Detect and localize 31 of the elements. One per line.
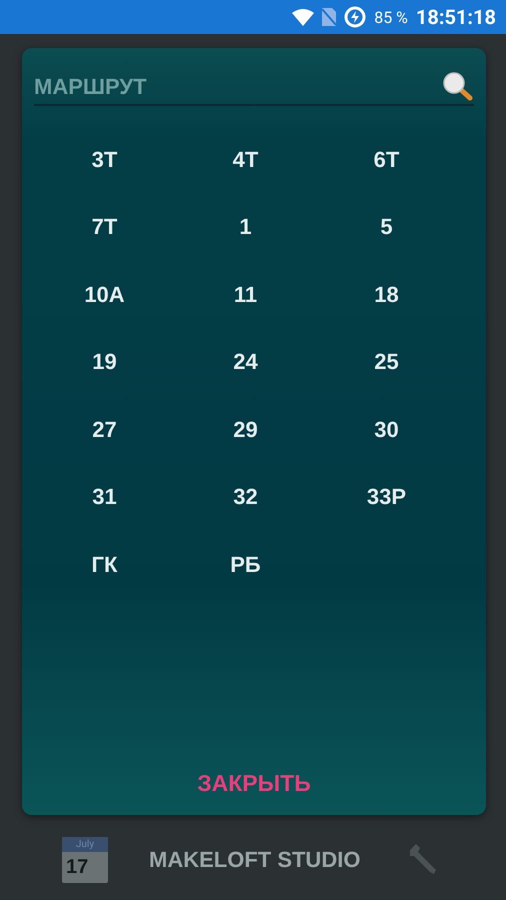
route-button[interactable]: 27 xyxy=(86,416,123,444)
route-button[interactable]: 18 xyxy=(368,280,405,309)
search-icon[interactable] xyxy=(442,72,474,102)
app-title: MAKELOFT STUDIO xyxy=(149,847,360,873)
route-button[interactable]: 33Р xyxy=(360,483,412,512)
route-button[interactable]: 24 xyxy=(227,348,264,376)
calendar-month: July xyxy=(62,837,108,852)
battery-level: 85 % xyxy=(374,8,408,26)
route-button[interactable]: 1 xyxy=(233,213,258,242)
route-button[interactable]: 3Т xyxy=(86,146,124,174)
battery-saver-icon xyxy=(344,6,366,28)
clock-time: 18:51:18 xyxy=(416,5,496,29)
route-button[interactable]: 7Т xyxy=(86,213,124,242)
route-button[interactable]: 29 xyxy=(227,416,264,444)
wifi-icon xyxy=(292,8,314,26)
route-search-field[interactable]: МАРШРУТ xyxy=(34,74,442,100)
route-button[interactable]: 10А xyxy=(78,280,131,309)
route-button[interactable]: 25 xyxy=(368,348,405,376)
calendar-day: 17 xyxy=(62,852,108,883)
route-button[interactable]: 11 xyxy=(228,280,264,309)
route-button[interactable]: 4Т xyxy=(226,146,264,174)
route-button[interactable]: РБ xyxy=(224,550,267,579)
calendar-icon[interactable]: July 17 xyxy=(62,837,108,883)
route-button[interactable]: 32 xyxy=(227,483,264,512)
route-button[interactable]: 19 xyxy=(86,348,123,376)
route-button[interactable]: 5 xyxy=(374,213,399,242)
route-button[interactable]: 30 xyxy=(368,416,405,444)
route-button[interactable]: 6Т xyxy=(368,146,406,174)
no-sim-icon xyxy=(322,8,336,26)
route-button[interactable]: ГК xyxy=(86,550,124,579)
route-button[interactable]: 31 xyxy=(86,483,123,512)
